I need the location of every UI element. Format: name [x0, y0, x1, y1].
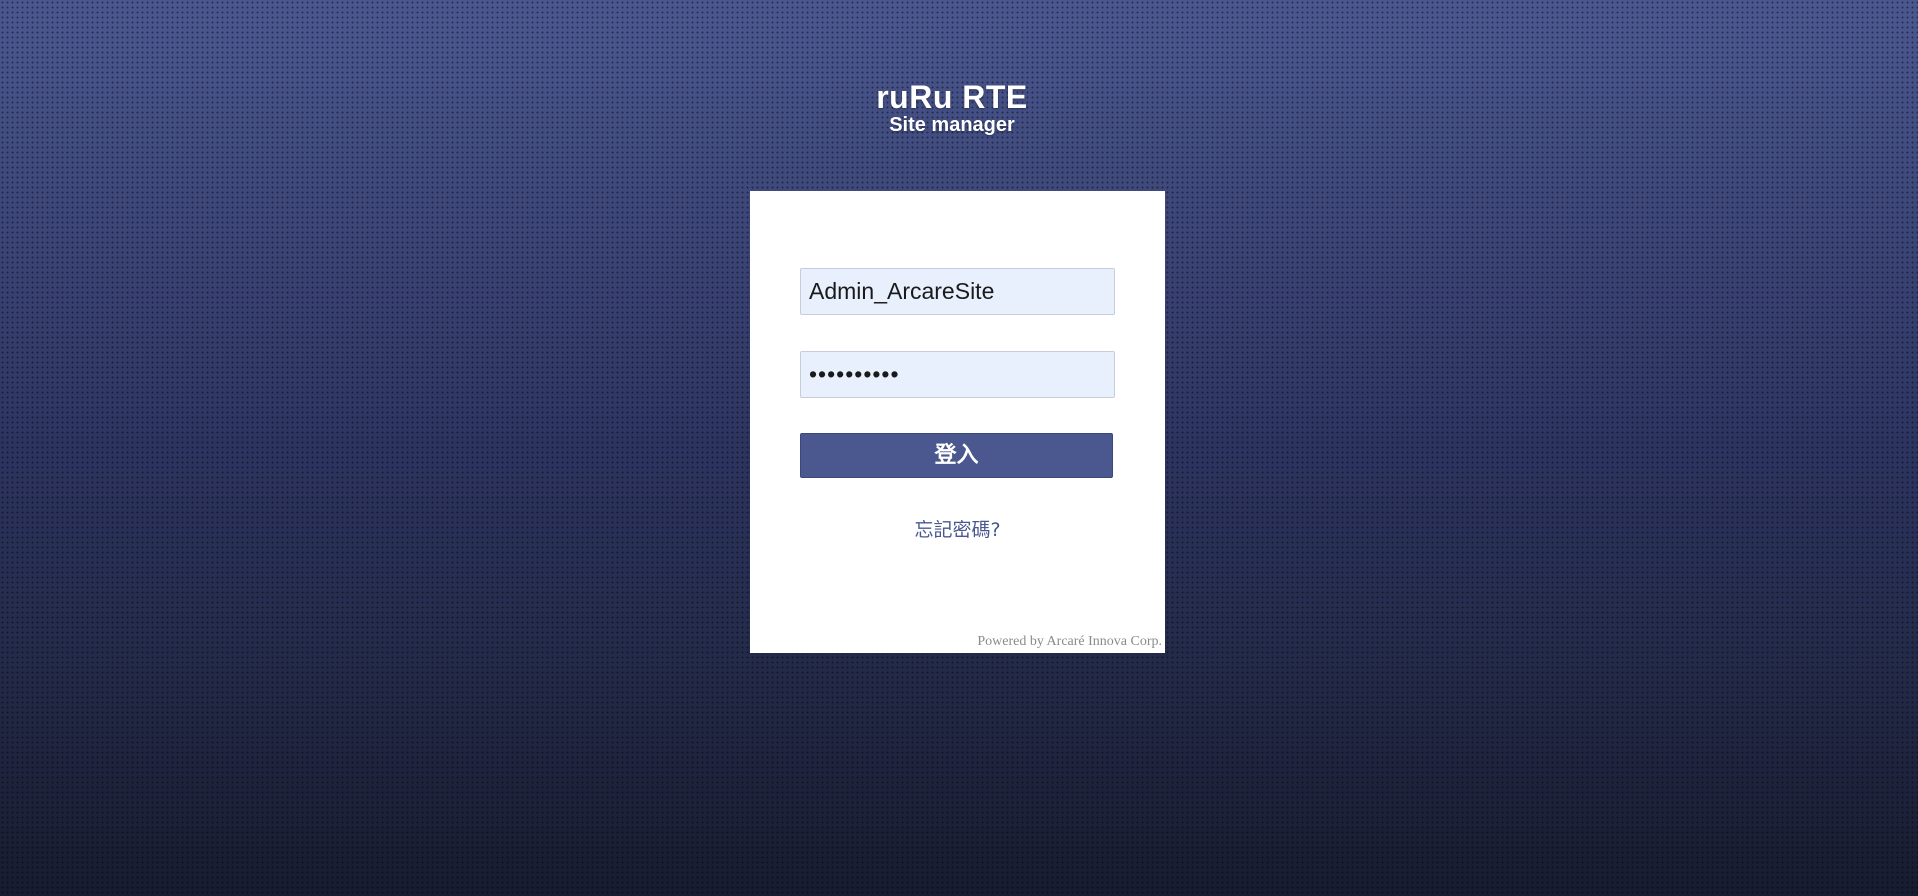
username-input[interactable]	[800, 268, 1115, 315]
app-title: ruRu RTE	[876, 79, 1028, 115]
forgot-password-link[interactable]: 忘記密碼?	[750, 515, 1165, 542]
password-input[interactable]	[800, 351, 1115, 398]
brand-header: ruRu RTE Site manager	[0, 80, 1904, 136]
powered-by-text: Powered by Arcaré Innova Corp.	[977, 634, 1162, 649]
login-card: 登入 忘記密碼? Powered by Arcaré Innova Corp.	[750, 191, 1165, 653]
app-subtitle: Site manager	[889, 114, 1015, 136]
login-button[interactable]: 登入	[800, 433, 1113, 478]
